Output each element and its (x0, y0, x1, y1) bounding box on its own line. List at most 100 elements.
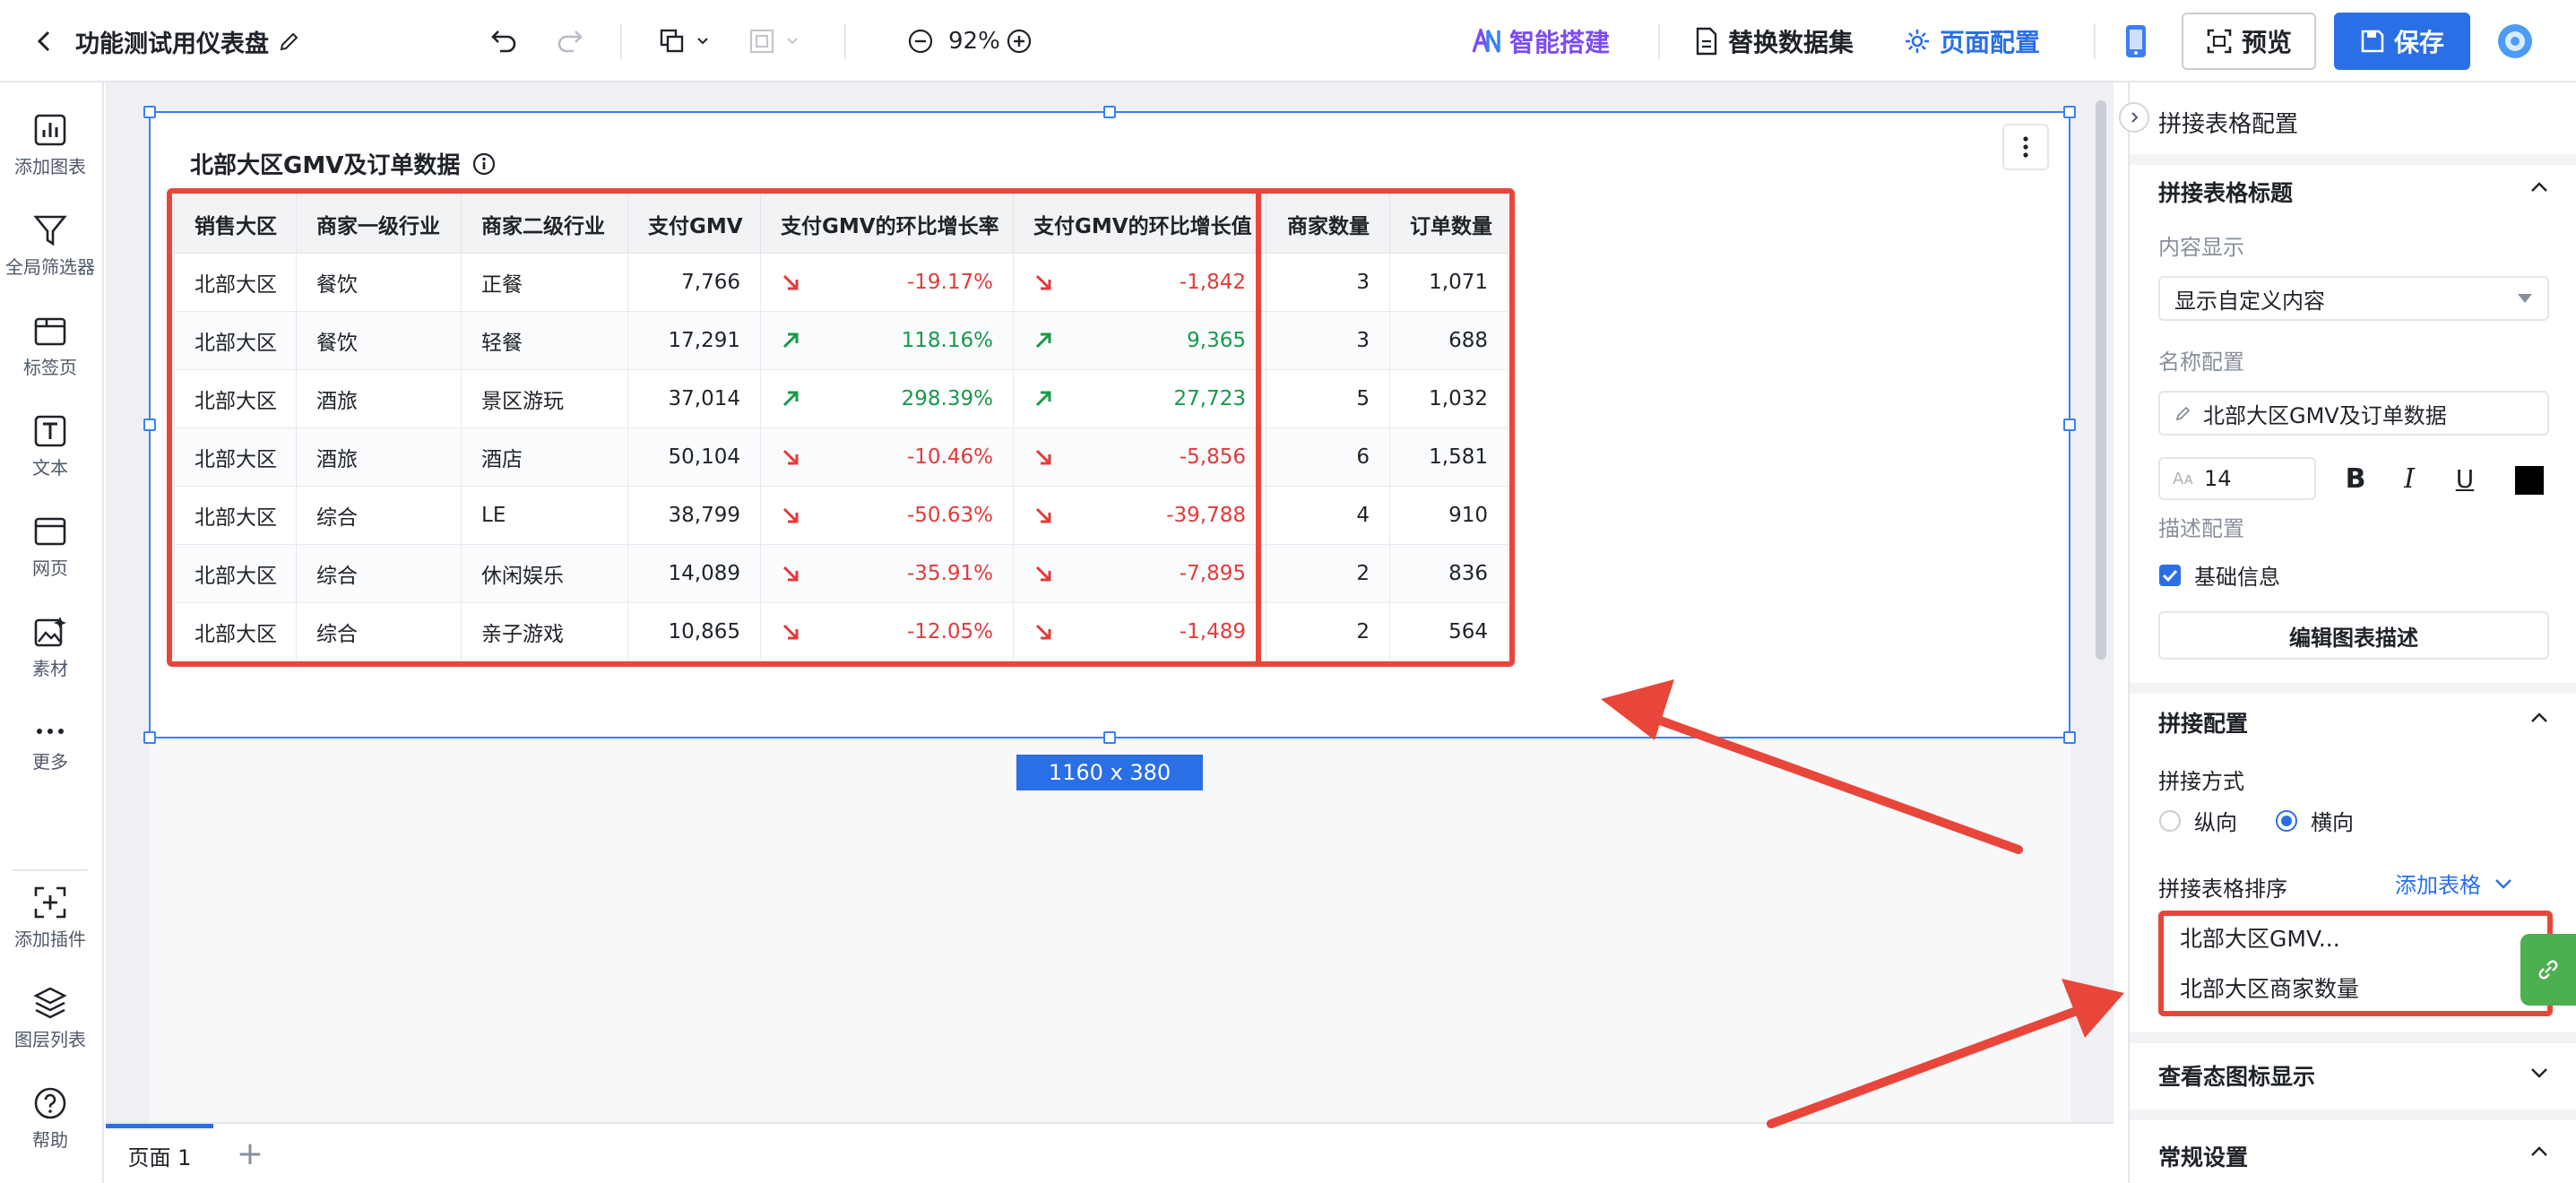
preview-button[interactable]: 预览 (2182, 13, 2316, 70)
redo-button[interactable] (554, 0, 584, 82)
rail-item-more[interactable]: 更多 (0, 721, 100, 773)
resize-handle[interactable] (2063, 419, 2076, 431)
collapse-panel-button[interactable] (2119, 102, 2149, 133)
add-page-button[interactable]: + (228, 1131, 272, 1176)
replace-dataset-button[interactable]: 替换数据集 (1694, 0, 1854, 82)
save-icon (2360, 29, 2385, 54)
chevron-up-icon[interactable] (2529, 181, 2549, 194)
resize-handle[interactable] (143, 106, 156, 118)
zoom-in-icon (1006, 28, 1033, 55)
widget-title: 北部大区GMV及订单数据 (190, 147, 496, 180)
link-icon (2537, 958, 2560, 981)
rail-item-webpage[interactable]: 网页 (0, 514, 100, 580)
zoom-in-button[interactable] (1006, 0, 1033, 82)
chevron-down-icon[interactable] (2529, 1066, 2549, 1079)
rail-item-material[interactable]: 素材 (0, 615, 100, 680)
back-button[interactable] (32, 0, 57, 82)
font-size-input[interactable]: Aᴀ 14 (2158, 457, 2316, 500)
zoom-out-button[interactable] (907, 0, 934, 82)
edit-pencil-icon[interactable] (278, 30, 301, 53)
add-table-button[interactable]: 添加表格 (2395, 868, 2513, 899)
help-icon (33, 1086, 67, 1120)
rail-item-layers[interactable]: 图层列表 (0, 986, 100, 1051)
vertical-dots-icon (2022, 135, 2029, 159)
mobile-preview-button[interactable] (2124, 0, 2148, 82)
floating-assistant-button[interactable] (2520, 934, 2576, 1006)
section-title-view-icon: 查看态图标显示 (2158, 1064, 2316, 1090)
undo-button[interactable] (489, 0, 520, 82)
underline-button[interactable]: U (2445, 459, 2485, 498)
widget-more-button[interactable] (2002, 124, 2049, 170)
divider (2130, 154, 2576, 165)
webpage-icon (33, 514, 67, 548)
resize-handle[interactable] (2063, 731, 2076, 744)
user-avatar[interactable] (2495, 0, 2535, 82)
layers-icon (33, 986, 67, 1020)
tab-page-1[interactable]: 页面 1 (106, 1124, 213, 1183)
chevron-left-icon (32, 29, 57, 54)
info-icon[interactable] (472, 152, 496, 176)
divider (2130, 683, 2576, 694)
chevron-up-icon[interactable] (2529, 1145, 2549, 1158)
italic-button[interactable]: I (2390, 459, 2429, 498)
highlight-split-line (1256, 191, 1261, 664)
tab-icon (33, 314, 67, 348)
rail-divider (13, 869, 88, 871)
radio-checked-icon (2275, 809, 2298, 833)
name-config-label: 名称配置 (2158, 350, 2244, 375)
zoom-level: 92% (948, 28, 1000, 55)
copy-dropdown[interactable] (658, 0, 710, 82)
basic-info-checkbox[interactable]: 基础信息 (2158, 559, 2280, 591)
edit-pencil-icon (2174, 404, 2192, 422)
copy-icon (658, 27, 687, 56)
resize-handle[interactable] (1103, 731, 1116, 744)
resize-handle[interactable] (143, 731, 156, 744)
resize-handle[interactable] (1103, 106, 1116, 118)
checkbox-checked-icon (2158, 564, 2182, 587)
rail-item-text[interactable]: 文本 (0, 414, 100, 479)
chevron-down-icon (696, 34, 710, 48)
dashboard-title: 功能测试用仪表盘 (75, 0, 301, 82)
font-size-icon: Aᴀ (2173, 469, 2193, 488)
radio-unchecked-icon (2158, 809, 2182, 833)
rail-item-help[interactable]: 帮助 (0, 1086, 100, 1152)
ai-build-button[interactable]: 智能搭建 (1472, 0, 1610, 82)
rail-item-add-plugin[interactable]: 添加插件 (0, 885, 100, 951)
more-icon (33, 721, 67, 742)
panel-title: 拼接表格配置 (2158, 111, 2299, 138)
config-panel: 拼接表格配置 拼接表格标题 内容显示 显示自定义内容 名称配置 北部大区GMV及… (2119, 82, 2576, 1183)
content-display-select[interactable]: 显示自定义内容 (2158, 276, 2549, 321)
resize-handle[interactable] (143, 419, 156, 431)
rail-item-add-chart[interactable]: 添加图表 (0, 113, 100, 178)
left-rail: 添加图表 全局筛选器 标签页 文本 网页 素材 更多 添加插件 图层列表 帮助 (0, 82, 104, 1183)
resize-handle[interactable] (2063, 106, 2076, 118)
filter-icon (33, 213, 67, 247)
bold-button[interactable]: B (2336, 459, 2375, 498)
rail-item-global-filter[interactable]: 全局筛选器 (0, 213, 100, 279)
gear-icon (1904, 28, 1931, 55)
ai-logo-icon (1472, 29, 1500, 54)
join-mode-label: 拼接方式 (2158, 769, 2244, 794)
undo-icon (489, 26, 520, 56)
align-dropdown[interactable] (748, 0, 800, 82)
radio-horizontal[interactable]: 横向 (2275, 805, 2354, 836)
chevron-up-icon[interactable] (2529, 712, 2549, 724)
table-order-label: 拼接表格排序 (2158, 876, 2287, 902)
divider (2094, 23, 2096, 59)
material-icon (33, 615, 67, 649)
page-config-button[interactable]: 页面配置 (1904, 0, 2040, 82)
align-icon (748, 27, 776, 56)
radio-vertical[interactable]: 纵向 (2158, 805, 2237, 836)
chart-icon (33, 113, 67, 147)
canvas-scrollbar[interactable] (2096, 100, 2106, 660)
save-button[interactable]: 保存 (2334, 13, 2470, 70)
divider (2130, 1110, 2576, 1120)
rail-item-tab[interactable]: 标签页 (0, 314, 100, 379)
avatar-icon (2495, 22, 2535, 61)
color-swatch[interactable] (2515, 466, 2544, 495)
name-input[interactable]: 北部大区GMV及订单数据 (2158, 391, 2549, 436)
preview-icon (2206, 28, 2233, 55)
edit-description-button[interactable]: 编辑图表描述 (2158, 611, 2549, 660)
chevron-down-icon (2494, 877, 2513, 890)
redo-icon (554, 26, 584, 56)
